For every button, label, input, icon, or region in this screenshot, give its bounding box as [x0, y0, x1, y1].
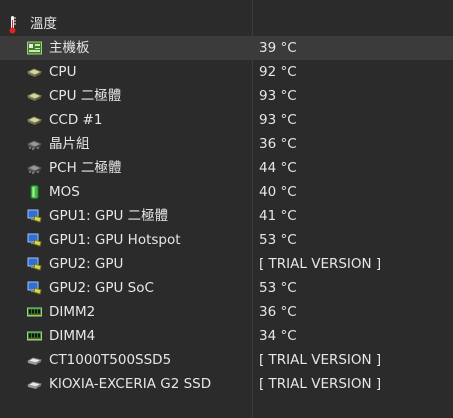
sensor-row-dimm2[interactable]: DIMM2 36 °C	[0, 300, 453, 324]
sensor-label: GPU1: GPU Hotspot	[49, 232, 181, 248]
gpu-monitor-icon	[27, 281, 42, 295]
sensor-value: 39 °C	[259, 40, 297, 56]
gpu-monitor-icon	[27, 209, 42, 223]
sensor-label: MOS	[49, 184, 80, 200]
sensor-label: DIMM4	[49, 328, 96, 344]
sensor-label: CPU 二極體	[49, 88, 122, 104]
section-header-temperature[interactable]: 溫度	[0, 12, 453, 36]
chipset-icon	[27, 140, 42, 150]
cpu-chip-icon	[27, 116, 42, 125]
sensor-row-cpu-diode[interactable]: CPU 二極體 93 °C	[0, 84, 453, 108]
sensor-label: GPU2: GPU	[49, 256, 124, 272]
gpu-monitor-icon	[27, 233, 42, 247]
sensor-label: KIOXIA-EXCERIA G2 SSD	[49, 376, 212, 392]
sensor-value: [ TRIAL VERSION ]	[259, 376, 382, 392]
sensor-label: PCH 二極體	[49, 160, 122, 176]
sensor-value: 93 °C	[259, 88, 297, 104]
sensor-value: 34 °C	[259, 328, 297, 344]
sensor-value: [ TRIAL VERSION ]	[259, 256, 382, 272]
section-title: 溫度	[30, 16, 57, 32]
sensor-label: CPU	[49, 64, 77, 80]
sensor-row-ssd-crucial[interactable]: CT1000T500SSD5 [ TRIAL VERSION ]	[0, 348, 453, 372]
ram-module-icon	[27, 331, 42, 341]
gpu-monitor-icon	[27, 257, 42, 271]
ssd-drive-icon	[27, 357, 42, 365]
sensor-row-mos[interactable]: MOS 40 °C	[0, 180, 453, 204]
cpu-chip-icon	[27, 68, 42, 77]
sensor-label: DIMM2	[49, 304, 96, 320]
sensor-value: [ TRIAL VERSION ]	[259, 352, 382, 368]
sensor-row-ssd-kioxia[interactable]: KIOXIA-EXCERIA G2 SSD [ TRIAL VERSION ]	[0, 372, 453, 396]
sensor-value: 93 °C	[259, 112, 297, 128]
sensor-row-dimm4[interactable]: DIMM4 34 °C	[0, 324, 453, 348]
sensor-row-gpu1-hotspot[interactable]: GPU1: GPU Hotspot 53 °C	[0, 228, 453, 252]
sensor-value: 53 °C	[259, 232, 297, 248]
sensor-label: CCD #1	[49, 112, 103, 128]
motherboard-icon	[27, 41, 42, 55]
sensor-label: 晶片組	[49, 136, 90, 152]
thermometer-icon	[9, 16, 16, 34]
sensor-value: 36 °C	[259, 136, 297, 152]
sensor-row-motherboard[interactable]: 主機板 39 °C	[0, 36, 453, 60]
sensor-value: 53 °C	[259, 280, 297, 296]
sensor-label: GPU2: GPU SoC	[49, 280, 154, 296]
sensor-value: 36 °C	[259, 304, 297, 320]
sensor-row-gpu2-soc[interactable]: GPU2: GPU SoC 53 °C	[0, 276, 453, 300]
sensor-row-chipset[interactable]: 晶片組 36 °C	[0, 132, 453, 156]
sensor-row-gpu1-diode[interactable]: GPU1: GPU 二極體 41 °C	[0, 204, 453, 228]
sensor-row-ccd1[interactable]: CCD #1 93 °C	[0, 108, 453, 132]
sensor-row-pch-diode[interactable]: PCH 二極體 44 °C	[0, 156, 453, 180]
sensor-value: 40 °C	[259, 184, 297, 200]
sensor-label: CT1000T500SSD5	[49, 352, 172, 368]
sensor-row-gpu2-gpu[interactable]: GPU2: GPU [ TRIAL VERSION ]	[0, 252, 453, 276]
sensor-row-cpu[interactable]: CPU 92 °C	[0, 60, 453, 84]
ram-module-icon	[27, 307, 42, 317]
cpu-chip-icon	[27, 92, 42, 101]
sensor-value: 44 °C	[259, 160, 297, 176]
sensor-label: GPU1: GPU 二極體	[49, 208, 169, 224]
sensor-value: 92 °C	[259, 64, 297, 80]
sensor-value: 41 °C	[259, 208, 297, 224]
sensor-label: 主機板	[49, 40, 90, 56]
mos-battery-icon	[30, 185, 39, 199]
ssd-drive-icon	[27, 381, 42, 389]
chipset-icon	[27, 164, 42, 174]
